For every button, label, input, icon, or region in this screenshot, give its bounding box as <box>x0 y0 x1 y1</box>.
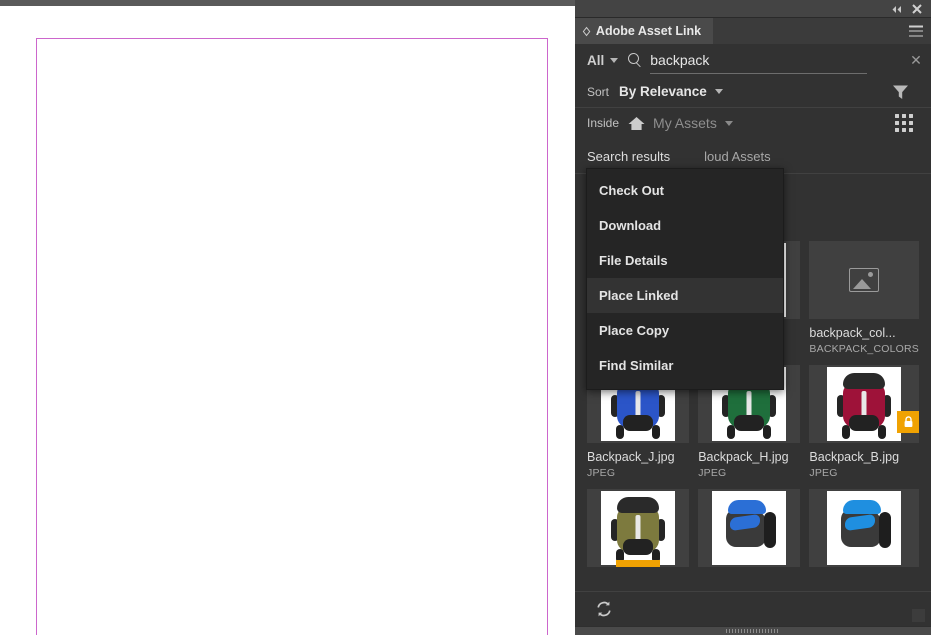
asset-image <box>601 491 676 565</box>
artboard[interactable] <box>36 38 548 635</box>
backpack-side-illustration <box>720 500 778 556</box>
document-canvas[interactable] <box>0 0 575 635</box>
chevron-down-icon[interactable] <box>724 120 733 126</box>
grid-dot <box>895 114 900 119</box>
filter-funnel-icon[interactable] <box>892 83 909 100</box>
asset-card[interactable]: backpack_col... BACKPACK_COLORS <box>809 241 919 355</box>
resize-grip-icon[interactable] <box>912 609 925 622</box>
tab-grip-icon: ◇ <box>583 24 590 37</box>
grid-dot <box>895 127 900 132</box>
grid-dot <box>901 114 907 119</box>
asset-type: JPEG <box>809 467 838 479</box>
search-input-wrapper <box>650 44 901 76</box>
canvas-top-strip <box>0 0 575 6</box>
asset-type: JPEG <box>698 467 727 479</box>
home-glyph <box>628 116 645 130</box>
asset-thumbnail[interactable] <box>698 489 801 567</box>
asset-image <box>712 491 787 565</box>
grid-dot <box>908 127 913 132</box>
application-window: ◇ Adobe Asset Link All ✕ Sort By Relevan… <box>0 0 931 635</box>
grid-dot <box>895 120 900 126</box>
backpack-illustration <box>836 371 892 441</box>
grid-view-icon[interactable] <box>895 114 913 132</box>
panel-footer <box>575 591 931 626</box>
inside-value[interactable]: My Assets <box>653 115 717 131</box>
sort-label: Sort <box>587 84 610 99</box>
refresh-sync-icon[interactable] <box>595 600 613 618</box>
context-menu: Check Out Download File Details Place Linke… <box>586 168 784 390</box>
asset-image <box>827 491 902 565</box>
asset-name: Backpack_B.jpg <box>809 450 900 464</box>
hamburger-line <box>909 25 923 27</box>
asset-thumbnail[interactable] <box>809 241 919 319</box>
home-icon[interactable] <box>628 116 645 131</box>
asset-type: JPEG <box>587 467 616 479</box>
panel-tab-label: Adobe Asset Link <box>595 24 702 38</box>
panel-tab-adobe-asset-link[interactable]: ◇ Adobe Asset Link <box>575 18 714 44</box>
adobe-asset-link-panel: ◇ Adobe Asset Link All ✕ Sort By Relevan… <box>575 0 931 635</box>
panel-tabbar: ◇ Adobe Asset Link <box>575 18 931 44</box>
filter-funnel-glyph <box>893 85 908 99</box>
asset-name: backpack_col... <box>809 326 896 340</box>
inside-row: Inside My Assets <box>575 108 931 138</box>
search-row: All ✕ <box>575 44 931 76</box>
grip-lines <box>726 629 780 633</box>
asset-card[interactable] <box>809 489 919 577</box>
collapse-arrows-glyph <box>892 5 901 13</box>
collapse-arrows-icon[interactable] <box>889 2 905 16</box>
asset-type: BACKPACK_COLORS <box>809 343 919 355</box>
backpack-side-illustration <box>835 500 893 556</box>
lock-glyph <box>904 416 912 427</box>
search-scope-label[interactable]: All <box>587 53 604 68</box>
grid-dot <box>908 114 913 119</box>
context-menu-item[interactable]: Place Copy <box>587 313 783 348</box>
asset-name: Backpack_H.jpg <box>698 450 789 464</box>
artboard-surface[interactable] <box>37 39 547 635</box>
asset-card[interactable]: Backpack_B.jpg JPEG <box>809 365 919 479</box>
close-glyph <box>912 4 922 14</box>
context-menu-item[interactable]: Place Linked <box>587 278 783 313</box>
hamburger-line <box>909 30 923 32</box>
search-icon <box>628 53 642 67</box>
lock-badge-icon <box>897 411 919 433</box>
search-input[interactable] <box>650 52 901 68</box>
status-badge <box>616 560 661 567</box>
context-menu-item[interactable]: Download <box>587 208 783 243</box>
close-icon[interactable] <box>909 2 925 16</box>
chevron-down-icon[interactable] <box>714 89 723 94</box>
context-menu-item[interactable]: File Details <box>587 243 783 278</box>
sort-row: Sort By Relevance <box>575 76 931 108</box>
asset-card[interactable] <box>587 489 690 577</box>
asset-image <box>827 367 902 441</box>
search-underline <box>650 73 867 74</box>
asset-thumbnail[interactable] <box>587 489 690 567</box>
hamburger-menu-icon[interactable] <box>909 25 923 37</box>
image-placeholder-icon <box>849 268 880 292</box>
asset-thumbnail[interactable] <box>809 365 919 443</box>
asset-thumbnail[interactable] <box>809 489 919 567</box>
chevron-down-icon[interactable] <box>610 57 619 63</box>
grid-dot <box>901 120 907 126</box>
sort-value[interactable]: By Relevance <box>619 84 707 99</box>
hamburger-line <box>909 35 923 37</box>
asset-card[interactable] <box>698 489 801 577</box>
grid-dot <box>908 120 913 126</box>
panel-window-controls <box>575 0 931 18</box>
context-menu-item[interactable]: Find Similar <box>587 348 783 383</box>
search-clear-icon[interactable]: ✕ <box>901 52 931 69</box>
inside-label: Inside <box>587 116 620 130</box>
refresh-glyph <box>597 601 611 617</box>
panel-bottom-grip[interactable] <box>575 626 931 635</box>
asset-name: Backpack_J.jpg <box>587 450 675 464</box>
backpack-illustration <box>610 495 666 565</box>
grid-dot <box>901 127 907 132</box>
context-menu-item[interactable]: Check Out <box>587 173 783 208</box>
